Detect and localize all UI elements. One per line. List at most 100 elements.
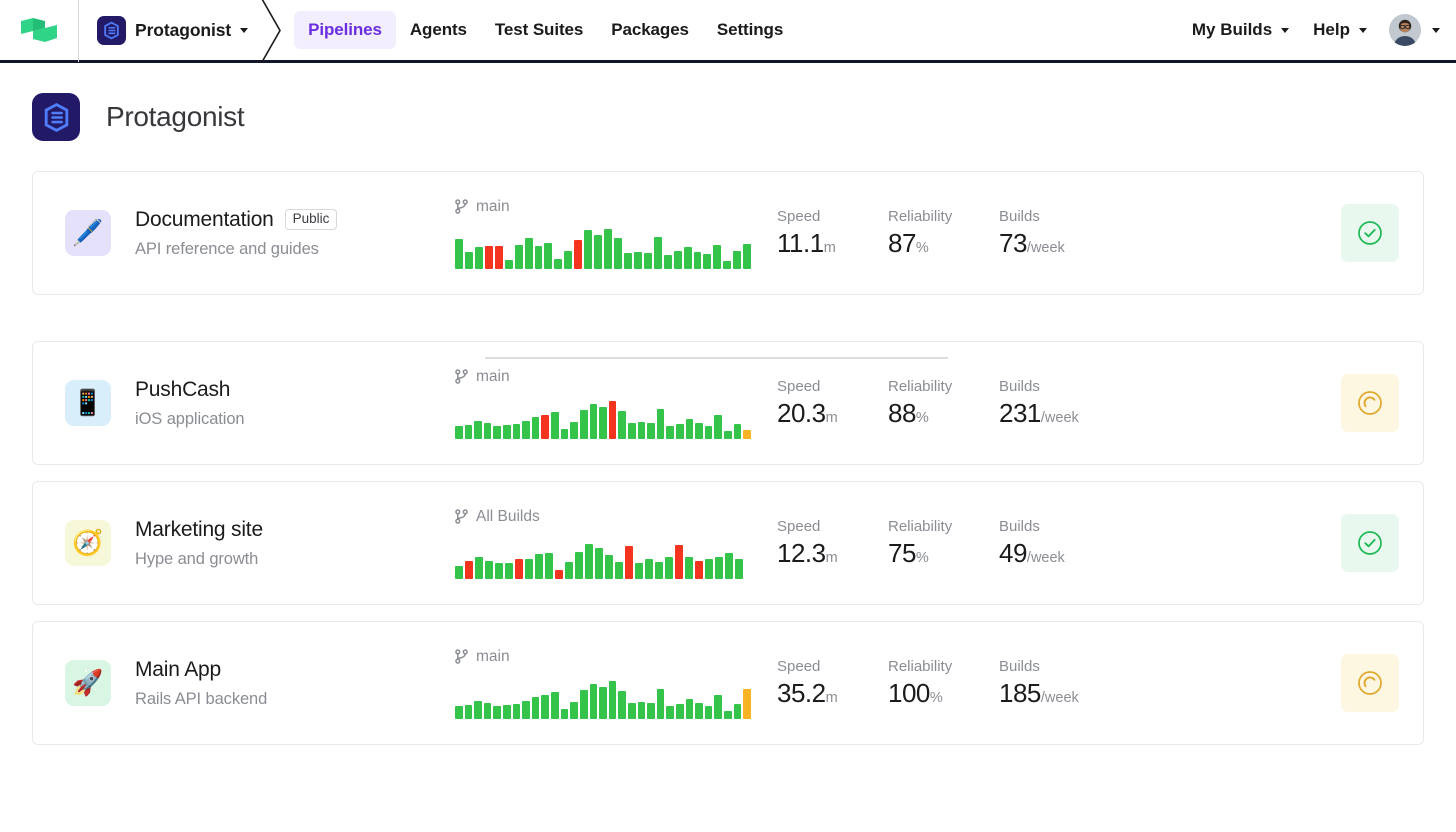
build-bar[interactable] xyxy=(686,699,694,719)
build-bar[interactable] xyxy=(674,251,682,269)
build-bar[interactable] xyxy=(666,426,674,439)
nav-link-agents[interactable]: Agents xyxy=(396,11,481,49)
build-bar[interactable] xyxy=(465,252,473,269)
org-switcher[interactable]: Protagonist xyxy=(79,0,262,62)
build-bar[interactable] xyxy=(584,230,592,269)
build-bar[interactable] xyxy=(743,689,751,719)
build-bar[interactable] xyxy=(625,546,633,579)
build-bar[interactable] xyxy=(686,419,694,439)
build-bar[interactable] xyxy=(743,244,751,269)
build-bar[interactable] xyxy=(618,411,626,439)
build-bar[interactable] xyxy=(657,409,665,439)
build-bar[interactable] xyxy=(455,239,463,269)
build-bar[interactable] xyxy=(714,695,722,719)
buildkite-logo-icon[interactable] xyxy=(0,0,78,62)
build-bar[interactable] xyxy=(647,423,655,439)
build-bar[interactable] xyxy=(644,253,652,269)
build-bar[interactable] xyxy=(485,561,493,579)
build-bar[interactable] xyxy=(474,421,482,439)
build-bar[interactable] xyxy=(635,563,643,579)
pipeline-name[interactable]: Marketing site xyxy=(135,518,263,542)
build-bar[interactable] xyxy=(522,701,530,719)
build-bar[interactable] xyxy=(493,426,501,439)
build-bar[interactable] xyxy=(735,559,743,579)
build-bar[interactable] xyxy=(715,557,723,579)
build-bar[interactable] xyxy=(725,553,733,579)
build-bar[interactable] xyxy=(580,690,588,719)
build-bar[interactable] xyxy=(505,260,513,269)
build-bar[interactable] xyxy=(541,695,549,719)
status-badge[interactable] xyxy=(1341,654,1399,712)
nav-link-settings[interactable]: Settings xyxy=(703,11,797,49)
build-bar[interactable] xyxy=(525,238,533,269)
build-bar[interactable] xyxy=(655,562,663,579)
build-bar[interactable] xyxy=(585,544,593,579)
build-bar[interactable] xyxy=(676,704,684,719)
help-menu[interactable]: Help xyxy=(1301,12,1379,48)
build-bar[interactable] xyxy=(455,426,463,439)
build-bar[interactable] xyxy=(475,247,483,269)
build-bar[interactable] xyxy=(515,245,523,269)
build-bar[interactable] xyxy=(743,430,751,439)
build-bar[interactable] xyxy=(599,407,607,439)
build-bar[interactable] xyxy=(624,253,632,269)
build-bar[interactable] xyxy=(535,554,543,579)
build-bar[interactable] xyxy=(657,689,665,719)
build-bar[interactable] xyxy=(724,711,732,719)
build-bar[interactable] xyxy=(580,410,588,439)
pipeline-name[interactable]: PushCash xyxy=(135,378,230,402)
build-bar[interactable] xyxy=(675,545,683,579)
build-bar[interactable] xyxy=(484,423,492,439)
build-bar[interactable] xyxy=(465,561,473,579)
build-bar[interactable] xyxy=(733,251,741,269)
build-bar[interactable] xyxy=(570,422,578,439)
status-badge[interactable] xyxy=(1341,514,1399,572)
build-bar[interactable] xyxy=(503,705,511,719)
build-bar[interactable] xyxy=(551,692,559,719)
user-menu[interactable] xyxy=(1379,14,1440,46)
build-bar[interactable] xyxy=(590,684,598,719)
build-bar[interactable] xyxy=(505,563,513,579)
build-bar[interactable] xyxy=(638,422,646,439)
build-bar[interactable] xyxy=(493,706,501,719)
build-bar[interactable] xyxy=(565,562,573,579)
build-bar[interactable] xyxy=(714,415,722,439)
build-bar[interactable] xyxy=(695,561,703,579)
my-builds-menu[interactable]: My Builds xyxy=(1180,12,1301,48)
build-bar[interactable] xyxy=(465,705,473,719)
status-badge[interactable] xyxy=(1341,204,1399,262)
build-bar[interactable] xyxy=(485,246,493,269)
build-bar[interactable] xyxy=(647,703,655,719)
build-bar[interactable] xyxy=(545,553,553,579)
build-bar[interactable] xyxy=(614,238,622,269)
build-bar[interactable] xyxy=(599,687,607,719)
build-bar[interactable] xyxy=(564,251,572,269)
build-bar[interactable] xyxy=(570,702,578,719)
nav-link-packages[interactable]: Packages xyxy=(597,11,703,49)
nav-link-pipelines[interactable]: Pipelines xyxy=(294,11,396,49)
build-bar[interactable] xyxy=(734,424,742,439)
build-bar[interactable] xyxy=(665,557,673,579)
status-badge[interactable] xyxy=(1341,374,1399,432)
build-bar[interactable] xyxy=(455,706,463,719)
build-bar[interactable] xyxy=(465,425,473,439)
build-bar[interactable] xyxy=(695,423,703,439)
build-bar[interactable] xyxy=(703,254,711,269)
build-bar[interactable] xyxy=(594,235,602,269)
build-bar[interactable] xyxy=(724,431,732,439)
build-bar[interactable] xyxy=(628,703,636,719)
build-bar[interactable] xyxy=(590,404,598,439)
pipeline-row[interactable]: 🚀 Main App Rails API backend main Speed … xyxy=(32,621,1424,745)
build-bar[interactable] xyxy=(628,423,636,439)
build-bar[interactable] xyxy=(495,563,503,579)
build-bar[interactable] xyxy=(618,691,626,719)
build-bar[interactable] xyxy=(645,559,653,579)
build-bar[interactable] xyxy=(522,421,530,439)
build-bar[interactable] xyxy=(634,252,642,269)
build-bar[interactable] xyxy=(695,703,703,719)
build-bar[interactable] xyxy=(513,424,521,439)
build-bar[interactable] xyxy=(555,570,563,579)
build-bar[interactable] xyxy=(705,706,713,719)
build-bar[interactable] xyxy=(561,709,569,719)
build-bar[interactable] xyxy=(484,703,492,719)
